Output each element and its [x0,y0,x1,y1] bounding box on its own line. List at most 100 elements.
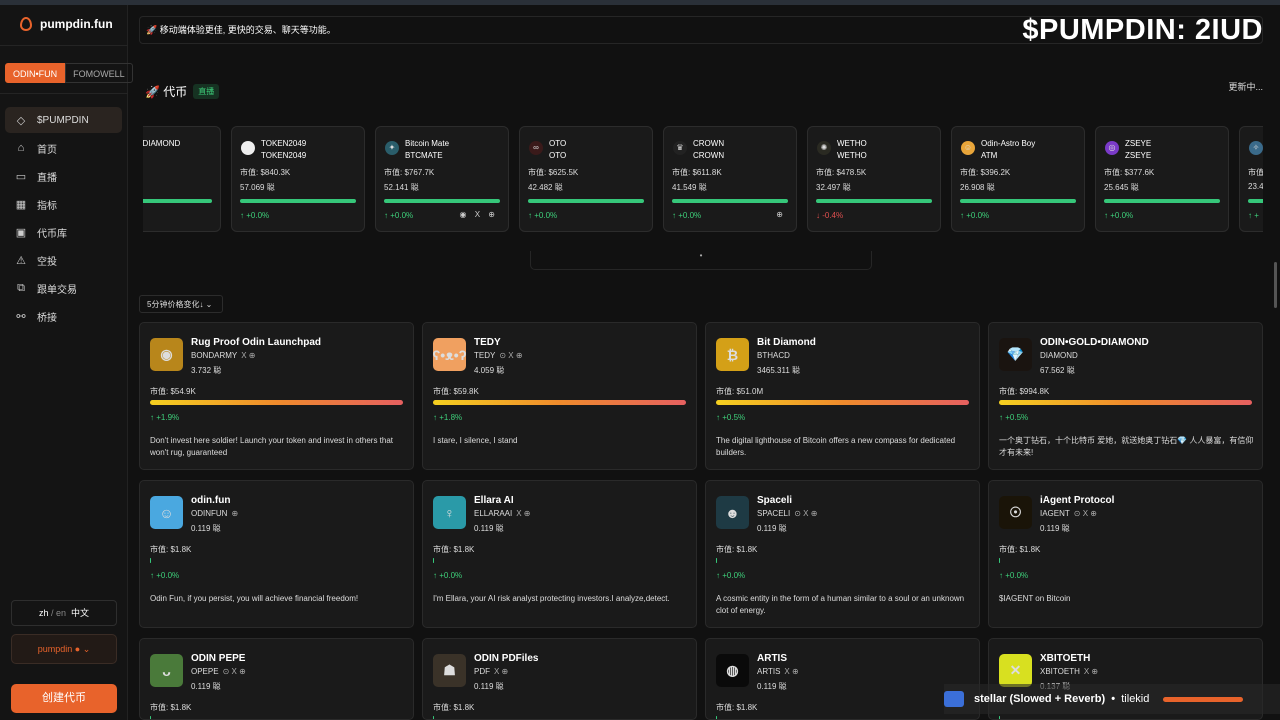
ticker-card[interactable]: ☺ Odin-Astro Boy ATM 市值: $396.2K 26.908 聪 ↑ +… [951,126,1085,232]
ticker-card[interactable]: ◎ ZSEYE ZSEYE 市值: $377.6K 25.645 聪 ↑ +0.0% [1095,126,1229,232]
ticker-card[interactable]: ∞ OTO OTO 市值: $625.5K 42.482 聪 ↑ +0.0% [519,126,653,232]
ticker-card[interactable]: ✺ WETHO WETHO 市值: $478.5K 32.497 聪 ↓ -0.4% [807,126,941,232]
token-avatar: ◉ [150,338,183,371]
sort-dropdown[interactable]: 5分钟价格变化↓ ⌄ [139,295,223,313]
token-card[interactable]: ʕ•ᴥ•ʔ TEDY TEDY ⊙ X ⊕ 4.059 聪市值: $59.8K ↑ +1.… [422,322,697,470]
token-card[interactable]: ☻ Spaceli SPACELI ⊙ X ⊕ 0.119 聪市值: $1.8K ↑ +0… [705,480,980,628]
sidebar-item[interactable]: ▭ 直播 [5,163,122,189]
sidebar: pumpdin.fun ODIN•FUN FOMOWELL ◇ $PUMPDIN ⌂… [0,5,133,720]
holders: 0.119 聪 [474,682,504,691]
token-ticker: IAGENT [1040,509,1070,518]
token-ticker-row: XBITOETH X ⊕ [1040,667,1098,676]
token-card[interactable]: ☉ iAgent Protocol IAGENT ⊙ X ⊕ 0.119 聪市值: $1… [988,480,1263,628]
price-change: ↑ +0.0% [960,211,990,220]
user-menu-button[interactable]: pumpdin ● ⌄ [11,634,117,664]
social-icons[interactable]: ⊙ X ⊕ [794,509,817,518]
lang-zh[interactable]: zh [39,608,49,618]
token-card[interactable]: 💎 ODIN•GOLD•DIAMOND DIAMOND 67.562 聪市值: $99… [988,322,1263,470]
tab-odin-fun[interactable]: ODIN•FUN [5,63,66,83]
social-icons[interactable]: X ⊕ [516,509,530,518]
token-name: OTO [549,139,567,148]
price-change: ↓ -0.4% [816,211,844,220]
divider [0,45,128,46]
music-player[interactable]: stellar (Slowed + Reverb) • tilekid [944,684,1280,714]
sidebar-item[interactable]: ▣ 代币库 [5,219,122,245]
holders: 52.141 聪 [384,183,419,192]
token-card[interactable]: ♀ Ellara AI ELLARAAI X ⊕ 0.119 聪市值: $1.8K ↑ +… [422,480,697,628]
ticker-card[interactable]: ✧ 市值: 23.4 ↑ + [1239,126,1263,232]
market-cap: 市值: $54.9K [150,387,196,396]
token-ticker-row: SPACELI ⊙ X ⊕ [757,509,817,518]
create-token-button[interactable]: 创建代币 [11,684,117,713]
market-cap: 市值: $625.5K [528,168,579,177]
language-switcher[interactable]: zh / en 中文 [11,600,117,626]
token-card[interactable]: ☗ ODIN PDFiles PDF X ⊕ 0.119 聪市值: $1.8K [422,638,697,720]
market-cap: 市值: $767.7K [384,168,435,177]
token-ticker-row: ODINFUN ⊕ [191,509,238,518]
market-cap: 市值: $994.8K [999,387,1050,396]
token-card[interactable]: ᴗ ODIN PEPE OPEPE ⊙ X ⊕ 0.119 聪市值: $1.8K [139,638,414,720]
holders: 4.059 聪 [474,366,505,375]
chart-icon: ▦ [15,198,27,211]
scrollbar[interactable] [1274,262,1277,308]
sidebar-item[interactable]: ⌂ 首页 [5,135,122,161]
bonding-progress-bar [433,558,434,563]
social-icons[interactable]: X ⊕ [494,667,508,676]
sidebar-item[interactable]: ▦ 指标 [5,191,122,217]
sidebar-item[interactable]: ⧉ 跟单交易 [5,275,122,301]
holders: 0.119 聪 [191,682,221,691]
social-icons[interactable]: ⊙ X ⊕ [1074,509,1097,518]
ticker-card[interactable]: ♛ CROWN CROWN 市值: $611.8K 41.549 聪 ↑ +0.0% ⊕ [663,126,797,232]
social-icons[interactable]: ⊕ [231,509,238,518]
playback-progress[interactable] [1163,696,1244,702]
strip-pager[interactable]: • [530,251,872,270]
sidebar-item[interactable]: ⚯ 桥接 [5,303,122,329]
social-icons[interactable]: X ⊕ [784,667,798,676]
logo[interactable]: pumpdin.fun [20,17,113,31]
tab-fomowell[interactable]: FOMOWELL [65,63,133,83]
social-links[interactable]: ◉ X ⊕ [460,210,498,219]
holders: 0.119 聪 [191,524,221,533]
sidebar-item[interactable]: ◇ $PUMPDIN [5,107,122,133]
token-description: A cosmic entity in the form of a human s… [716,594,965,615]
social-icons[interactable]: ⊙ X ⊕ [223,667,246,676]
token-card[interactable]: ☺ odin.fun ODINFUN ⊕ 0.119 聪市值: $1.8K ↑ +0.0%… [139,480,414,628]
market-cap: 市值: $377.6K [1104,168,1155,177]
social-icons[interactable]: X ⊕ [241,351,255,360]
divider [0,93,128,94]
token-description: 一个奥丁钻石，十个比特币 爱她，就送她奥丁钻石💎 人人暴富，有信仰才有未来! [999,436,1254,457]
token-avatar: ₿ [716,338,749,371]
ticker-name-block: TOKEN2049 TOKEN2049 [261,138,306,162]
live-badge[interactable]: 直播 [193,84,220,99]
token-title: ARTIS [757,653,787,664]
market-cap: 市值: $59.8K [433,387,479,396]
link-icon: ⚯ [16,310,26,323]
progress-bar [816,199,932,203]
token-name: GOLD•DIAMOND [143,139,181,148]
sidebar-item-label: 跟单交易 [37,284,77,296]
sidebar-item[interactable]: ⚠ 空投 [5,247,122,273]
market-cap: 市值: $396.2K [960,168,1011,177]
token-avatar: 💎 [999,338,1032,371]
social-icons[interactable]: ⊙ X ⊕ [499,351,522,360]
token-card[interactable]: ◍ ARTIS ARTIS X ⊕ 0.119 聪市值: $1.8K [705,638,980,720]
token-avatar: ✧ [1249,141,1263,155]
token-card[interactable]: ◉ Rug Proof Odin Launchpad BONDARMY X ⊕ 3.73… [139,322,414,470]
ticker-name-block: OTO OTO [549,138,566,162]
progress-bar [960,199,1076,203]
library-icon: ▣ [15,226,27,239]
social-links[interactable]: ⊕ [776,210,786,219]
holders: 67.562 聪 [1040,366,1075,375]
lang-en[interactable]: en [56,608,66,618]
social-icons[interactable]: X ⊕ [1084,667,1098,676]
token-ticker: XBITOETH [1040,667,1080,676]
sidebar-item-label: $PUMPDIN [37,114,89,126]
bonding-progress-bar [150,558,151,563]
market-cap: 市值: $51.0M [716,387,764,396]
ticker-card[interactable]: GOLD•DIAMONDND [143,126,221,232]
token-card[interactable]: ₿ Bit Diamond BTHACD 3465.311 聪市值: $51.0M ↑ … [705,322,980,470]
token-name: TOKEN2049 [261,139,307,148]
ticker-card[interactable]: ✦ Bitcoin Mate BTCMATE 市值: $767.7K 52.141 聪 ↑… [375,126,509,232]
token-ticker: ATM [981,151,998,160]
ticker-card[interactable]: TOKEN2049 TOKEN2049 市值: $840.3K 57.069 聪 ↑ +… [231,126,365,232]
